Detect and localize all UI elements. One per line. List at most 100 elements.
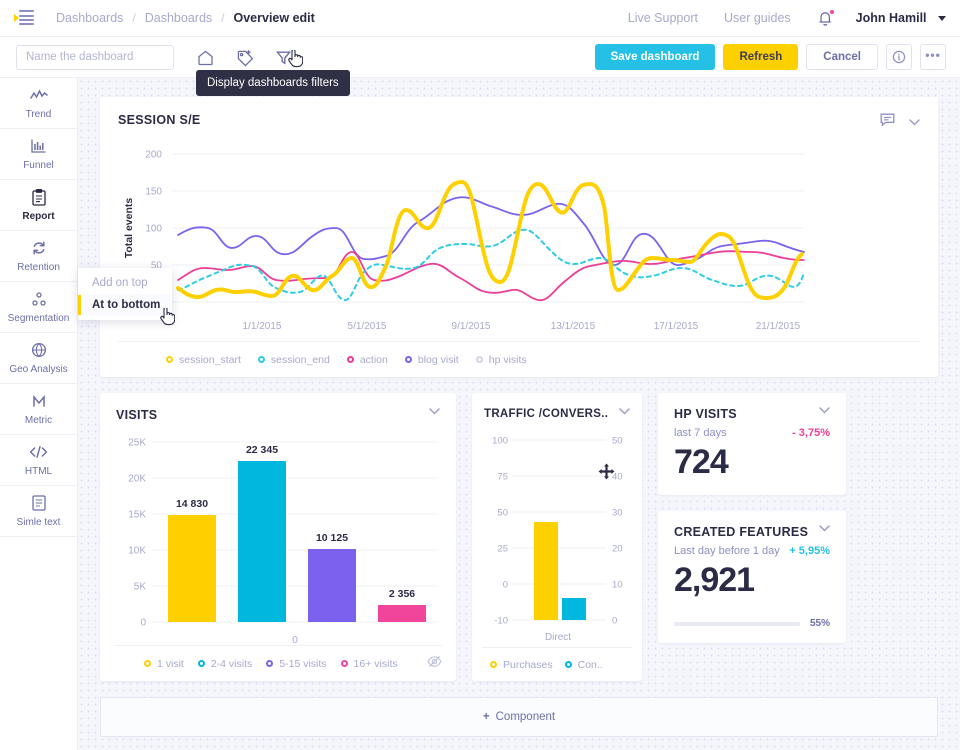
visits-chart-title: VISITS — [116, 408, 158, 422]
legend-marker — [197, 660, 205, 667]
sidebar-item-retention[interactable]: Retention — [0, 231, 77, 282]
sidebar-item-metric[interactable]: Metric — [0, 384, 77, 435]
live-support-link[interactable]: Live Support — [628, 11, 698, 25]
chevron-down-icon[interactable] — [909, 119, 920, 126]
chevron-down-icon[interactable] — [429, 408, 440, 415]
metric-m-icon — [31, 393, 47, 410]
sidebar-item-segmentation[interactable]: Segmentation — [0, 282, 77, 333]
svg-text:50: 50 — [497, 508, 508, 519]
legend-item-conversion[interactable]: Con.. — [564, 659, 603, 671]
svg-text:200: 200 — [145, 150, 162, 161]
svg-text:14 830: 14 830 — [176, 498, 208, 510]
svg-text:150: 150 — [145, 187, 162, 198]
legend-item-1-visit[interactable]: 1 visit — [144, 658, 184, 670]
traffic-card-actions — [619, 408, 630, 415]
filter-tooltip: Display dashboards filters — [196, 70, 350, 96]
hp-visits-period: last 7 days — [674, 427, 727, 439]
legend-item-purchases[interactable]: Purchases — [490, 659, 553, 671]
hp-visits-actions — [819, 407, 830, 414]
legend-item-2-4-visits[interactable]: 2-4 visits — [197, 657, 253, 670]
sidebar-item-html[interactable]: HTML — [0, 435, 77, 486]
legend-marker — [475, 356, 483, 363]
tag-plus-icon[interactable] — [235, 48, 254, 67]
svg-text:0: 0 — [503, 580, 508, 591]
breadcrumb-item-current: Overview edit — [233, 11, 315, 25]
session-plot: 200 150 100 50 0 Total events 1/1/2015 5… — [118, 140, 920, 360]
svg-text:0: 0 — [140, 618, 146, 629]
session-chart-title: SESSION S/E — [118, 113, 201, 127]
legend-item-5-15-visits[interactable]: 5-15 visits — [266, 658, 327, 670]
info-circle-icon[interactable] — [886, 44, 912, 70]
sidebar-item-trend[interactable]: Trend — [0, 78, 77, 129]
sidebar-item-funnel[interactable]: Funnel — [0, 129, 77, 180]
legend-item-session-end[interactable]: session_end — [257, 354, 330, 366]
breadcrumb-separator: / — [132, 11, 136, 25]
sidebar-item-geo-analysis[interactable]: Geo Analysis — [0, 333, 77, 384]
bell-icon[interactable] — [817, 9, 835, 27]
eye-off-icon[interactable] — [427, 655, 442, 673]
funnel-bars-icon — [30, 138, 47, 155]
legend-item-blog-visit[interactable]: blog visit — [404, 354, 459, 366]
legend-item-session-start[interactable]: session_start — [166, 354, 241, 366]
session-line-chart-svg: 200 150 100 50 0 Total events 1/1/2015 5… — [123, 150, 805, 332]
cancel-button[interactable]: Cancel — [806, 44, 878, 70]
legend-label: action — [359, 353, 388, 366]
legend-item-action[interactable]: action — [346, 353, 388, 366]
breadcrumb-item-2[interactable]: Dashboards — [145, 11, 212, 25]
dashboard-tool-icons — [196, 48, 303, 67]
user-name: John Hamill — [855, 11, 927, 25]
legend-item-16plus-visits[interactable]: 16+ visits — [340, 657, 398, 670]
bar-16plus-visits — [378, 605, 426, 622]
plus-icon: + — [482, 711, 490, 723]
svg-text:5/1/2015: 5/1/2015 — [348, 321, 387, 332]
breadcrumb: Dashboards / Dashboards / Overview edit — [56, 11, 315, 25]
chevron-down-icon[interactable] — [819, 525, 830, 532]
list-menu-icon[interactable] — [14, 10, 34, 26]
created-features-actions — [819, 525, 830, 532]
legend-marker — [166, 356, 173, 363]
home-icon[interactable] — [196, 48, 215, 67]
legend-marker — [266, 660, 274, 667]
visits-card-actions — [429, 408, 440, 415]
legend-item-hp-visits[interactable]: hp visits — [475, 353, 527, 366]
svg-text:10K: 10K — [128, 546, 146, 557]
legend-label: hp visits — [488, 353, 527, 366]
save-dashboard-button[interactable]: Save dashboard — [594, 44, 716, 70]
breadcrumb-separator: / — [221, 11, 225, 25]
more-dots-icon[interactable]: ••• — [920, 44, 946, 70]
comment-icon[interactable] — [880, 113, 895, 132]
globe-icon — [31, 342, 47, 359]
refresh-button[interactable]: Refresh — [723, 44, 799, 70]
created-features-title: CREATED FEATURES — [674, 525, 809, 539]
sidebar-item-simple-text[interactable]: Simle text — [0, 486, 77, 537]
dashboard-name-input[interactable] — [16, 44, 174, 70]
progress-percent-label: 55% — [809, 618, 830, 629]
legend-label: 2-4 visits — [210, 657, 253, 670]
user-guides-link[interactable]: User guides — [724, 11, 791, 25]
user-menu[interactable]: John Hamill — [856, 11, 946, 25]
sidebar-item-report[interactable]: Report — [0, 180, 77, 231]
flyout-item-add-on-top[interactable]: Add on top — [78, 272, 172, 294]
filter-icon[interactable] — [274, 48, 303, 67]
notification-dot — [828, 9, 835, 15]
legend-label: session_start — [179, 353, 241, 366]
bar-conversion — [562, 598, 586, 620]
legend-label: 16+ visits — [353, 657, 398, 670]
chevron-down-icon[interactable] — [819, 407, 830, 414]
sidebar-label: Geo Analysis — [9, 363, 68, 375]
svg-text:21/1/2015: 21/1/2015 — [756, 321, 801, 332]
breadcrumb-item-1[interactable]: Dashboards — [56, 11, 123, 25]
flyout-item-at-to-bottom[interactable]: At to bottom — [78, 294, 172, 316]
svg-text:15K: 15K — [128, 510, 146, 521]
add-component-button[interactable]: + Component — [100, 697, 938, 737]
svg-text:0: 0 — [612, 616, 617, 627]
legend-marker — [490, 661, 497, 668]
cursor-pointer-icon — [160, 308, 175, 326]
legend-marker — [257, 356, 265, 363]
hp-visits-title: HP VISITS — [674, 407, 737, 421]
chevron-down-icon[interactable] — [619, 408, 630, 415]
session-chart-card: SESSION S/E 200 150 100 50 Total events … — [100, 97, 938, 377]
svg-text:50: 50 — [612, 436, 623, 447]
top-right-group: Live Support User guides John Hamill — [628, 9, 946, 27]
bar-5-15-visits — [308, 549, 356, 622]
